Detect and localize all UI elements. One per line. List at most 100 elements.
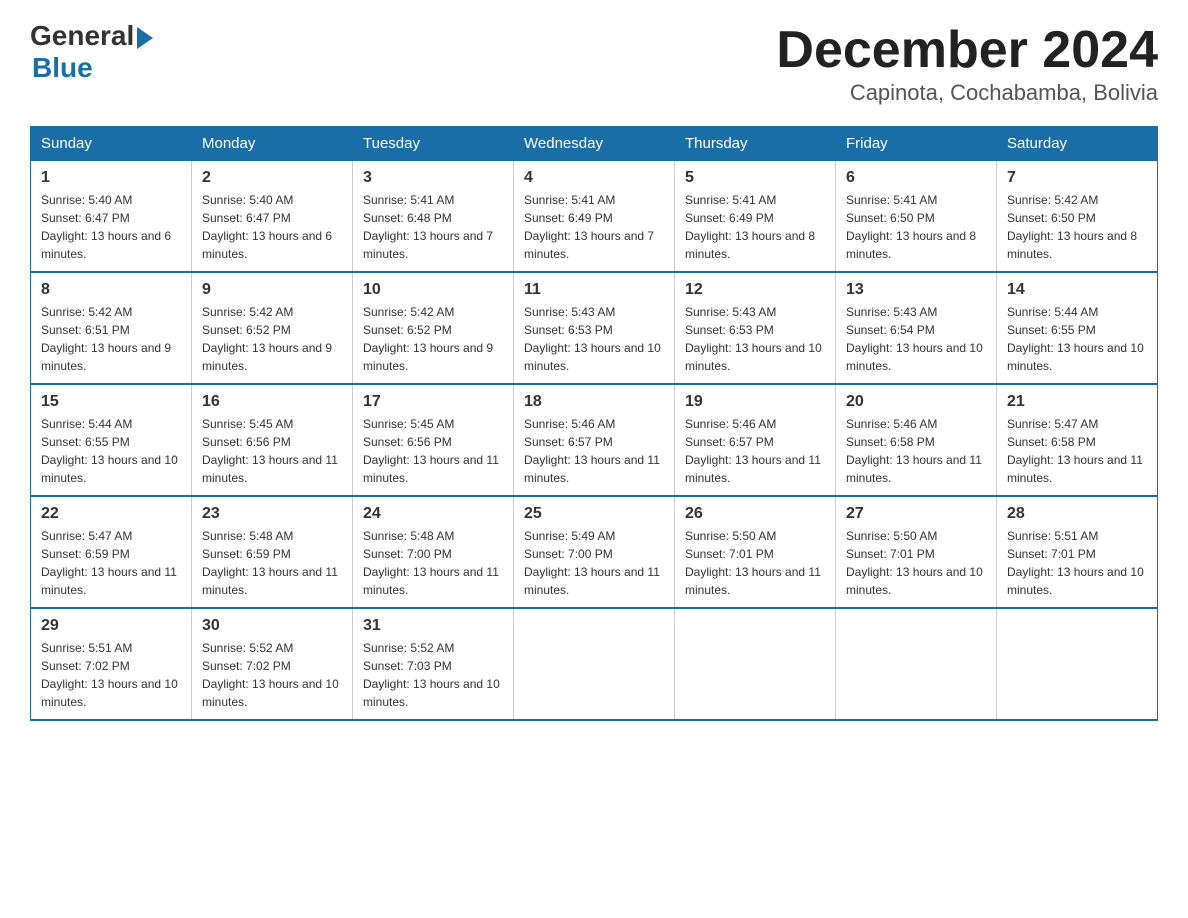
day-number: 21 [1007, 393, 1147, 411]
day-number: 2 [202, 169, 342, 187]
header-monday: Monday [192, 127, 353, 161]
calendar-cell: 3 Sunrise: 5:41 AMSunset: 6:48 PMDaylight… [353, 161, 514, 273]
day-number: 26 [685, 505, 825, 523]
day-number: 8 [41, 281, 181, 299]
day-sun-info: Sunrise: 5:51 AMSunset: 7:01 PMDaylight:… [1007, 527, 1147, 599]
day-number: 27 [846, 505, 986, 523]
day-sun-info: Sunrise: 5:41 AMSunset: 6:48 PMDaylight:… [363, 191, 503, 263]
day-sun-info: Sunrise: 5:43 AMSunset: 6:54 PMDaylight:… [846, 303, 986, 375]
calendar-cell: 29Sunrise: 5:51 AMSunset: 7:02 PMDayligh… [31, 608, 192, 720]
calendar-cell: 11Sunrise: 5:43 AMSunset: 6:53 PMDayligh… [514, 272, 675, 384]
calendar-cell: 30 Sunrise: 5:52 AMSunset: 7:02 PMDayligh… [192, 608, 353, 720]
title-area: December 2024 Capinota, Cochabamba, Boli… [776, 20, 1158, 106]
day-number: 14 [1007, 281, 1147, 299]
day-sun-info: Sunrise: 5:46 AMSunset: 6:57 PMDaylight:… [685, 415, 825, 487]
day-sun-info: Sunrise: 5:50 AMSunset: 7:01 PMDaylight:… [685, 527, 825, 599]
day-number: 24 [363, 505, 503, 523]
header-saturday: Saturday [997, 127, 1158, 161]
day-number: 18 [524, 393, 664, 411]
day-number: 4 [524, 169, 664, 187]
day-sun-info: Sunrise: 5:49 AMSunset: 7:00 PMDaylight:… [524, 527, 664, 599]
day-sun-info: Sunrise: 5:47 AMSunset: 6:58 PMDaylight:… [1007, 415, 1147, 487]
logo-general-text: General [30, 20, 134, 52]
calendar-cell: 27 Sunrise: 5:50 AMSunset: 7:01 PMDayligh… [836, 496, 997, 608]
day-sun-info: Sunrise: 5:41 AMSunset: 6:49 PMDaylight:… [685, 191, 825, 263]
calendar-cell: 4 Sunrise: 5:41 AMSunset: 6:49 PMDaylight… [514, 161, 675, 273]
header-wednesday: Wednesday [514, 127, 675, 161]
day-number: 13 [846, 281, 986, 299]
calendar-cell: 12Sunrise: 5:43 AMSunset: 6:53 PMDayligh… [675, 272, 836, 384]
calendar-cell: 17Sunrise: 5:45 AMSunset: 6:56 PMDayligh… [353, 384, 514, 496]
calendar-week-row: 8 Sunrise: 5:42 AMSunset: 6:51 PMDaylight… [31, 272, 1158, 384]
calendar-cell: 8 Sunrise: 5:42 AMSunset: 6:51 PMDaylight… [31, 272, 192, 384]
day-sun-info: Sunrise: 5:41 AMSunset: 6:50 PMDaylight:… [846, 191, 986, 263]
day-sun-info: Sunrise: 5:44 AMSunset: 6:55 PMDaylight:… [1007, 303, 1147, 375]
day-number: 25 [524, 505, 664, 523]
day-number: 28 [1007, 505, 1147, 523]
calendar-cell: 21 Sunrise: 5:47 AMSunset: 6:58 PMDayligh… [997, 384, 1158, 496]
calendar-week-row: 22 Sunrise: 5:47 AMSunset: 6:59 PMDayligh… [31, 496, 1158, 608]
day-sun-info: Sunrise: 5:42 AMSunset: 6:52 PMDaylight:… [202, 303, 342, 375]
day-sun-info: Sunrise: 5:44 AMSunset: 6:55 PMDaylight:… [41, 415, 181, 487]
calendar-cell: 1Sunrise: 5:40 AMSunset: 6:47 PMDaylight… [31, 161, 192, 273]
logo-blue-text: Blue [32, 52, 93, 83]
calendar-cell: 10Sunrise: 5:42 AMSunset: 6:52 PMDayligh… [353, 272, 514, 384]
day-sun-info: Sunrise: 5:43 AMSunset: 6:53 PMDaylight:… [524, 303, 664, 375]
calendar-cell: 9Sunrise: 5:42 AMSunset: 6:52 PMDaylight… [192, 272, 353, 384]
header-friday: Friday [836, 127, 997, 161]
logo-arrow-icon [137, 27, 153, 49]
day-sun-info: Sunrise: 5:46 AMSunset: 6:58 PMDaylight:… [846, 415, 986, 487]
calendar-cell: 25 Sunrise: 5:49 AMSunset: 7:00 PMDayligh… [514, 496, 675, 608]
header-sunday: Sunday [31, 127, 192, 161]
calendar-cell: 23 Sunrise: 5:48 AMSunset: 6:59 PMDayligh… [192, 496, 353, 608]
day-number: 30 [202, 617, 342, 635]
calendar-cell [514, 608, 675, 720]
day-number: 15 [41, 393, 181, 411]
calendar-cell: 2 Sunrise: 5:40 AMSunset: 6:47 PMDaylight… [192, 161, 353, 273]
page-header: General Blue December 2024 Capinota, Coc… [30, 20, 1158, 106]
day-number: 17 [363, 393, 503, 411]
day-number: 5 [685, 169, 825, 187]
day-number: 16 [202, 393, 342, 411]
header-thursday: Thursday [675, 127, 836, 161]
day-sun-info: Sunrise: 5:43 AMSunset: 6:53 PMDaylight:… [685, 303, 825, 375]
calendar-week-row: 15 Sunrise: 5:44 AMSunset: 6:55 PMDayligh… [31, 384, 1158, 496]
day-sun-info: Sunrise: 5:42 AMSunset: 6:51 PMDaylight:… [41, 303, 181, 375]
calendar-cell: 15 Sunrise: 5:44 AMSunset: 6:55 PMDayligh… [31, 384, 192, 496]
day-number: 23 [202, 505, 342, 523]
day-number: 1 [41, 169, 181, 187]
day-sun-info: Sunrise: 5:47 AMSunset: 6:59 PMDaylight:… [41, 527, 181, 599]
calendar-week-row: 29Sunrise: 5:51 AMSunset: 7:02 PMDayligh… [31, 608, 1158, 720]
day-sun-info: Sunrise: 5:52 AMSunset: 7:02 PMDaylight:… [202, 639, 342, 711]
day-sun-info: Sunrise: 5:40 AMSunset: 6:47 PMDaylight:… [202, 191, 342, 263]
calendar-cell: 26 Sunrise: 5:50 AMSunset: 7:01 PMDayligh… [675, 496, 836, 608]
day-sun-info: Sunrise: 5:41 AMSunset: 6:49 PMDaylight:… [524, 191, 664, 263]
calendar-cell: 20Sunrise: 5:46 AMSunset: 6:58 PMDayligh… [836, 384, 997, 496]
calendar-cell: 28 Sunrise: 5:51 AMSunset: 7:01 PMDayligh… [997, 496, 1158, 608]
day-number: 10 [363, 281, 503, 299]
day-sun-info: Sunrise: 5:46 AMSunset: 6:57 PMDaylight:… [524, 415, 664, 487]
day-number: 6 [846, 169, 986, 187]
calendar-cell: 31Sunrise: 5:52 AMSunset: 7:03 PMDayligh… [353, 608, 514, 720]
calendar-cell: 13 Sunrise: 5:43 AMSunset: 6:54 PMDayligh… [836, 272, 997, 384]
calendar-cell: 22 Sunrise: 5:47 AMSunset: 6:59 PMDayligh… [31, 496, 192, 608]
calendar-cell [675, 608, 836, 720]
day-sun-info: Sunrise: 5:45 AMSunset: 6:56 PMDaylight:… [202, 415, 342, 487]
day-number: 19 [685, 393, 825, 411]
day-sun-info: Sunrise: 5:42 AMSunset: 6:50 PMDaylight:… [1007, 191, 1147, 263]
day-sun-info: Sunrise: 5:50 AMSunset: 7:01 PMDaylight:… [846, 527, 986, 599]
calendar-cell: 18 Sunrise: 5:46 AMSunset: 6:57 PMDayligh… [514, 384, 675, 496]
calendar-cell [836, 608, 997, 720]
calendar-cell: 16 Sunrise: 5:45 AMSunset: 6:56 PMDayligh… [192, 384, 353, 496]
day-number: 29 [41, 617, 181, 635]
calendar-cell: 19 Sunrise: 5:46 AMSunset: 6:57 PMDayligh… [675, 384, 836, 496]
day-number: 3 [363, 169, 503, 187]
calendar-cell: 7Sunrise: 5:42 AMSunset: 6:50 PMDaylight… [997, 161, 1158, 273]
logo: General Blue [30, 20, 153, 84]
calendar-table: SundayMondayTuesdayWednesdayThursdayFrid… [30, 126, 1158, 721]
calendar-cell: 5 Sunrise: 5:41 AMSunset: 6:49 PMDaylight… [675, 161, 836, 273]
calendar-week-row: 1 Sunrise: 5:40 AMSunset: 6:47 PMDaylight… [31, 161, 1158, 273]
day-number: 22 [41, 505, 181, 523]
day-sun-info: Sunrise: 5:48 AMSunset: 6:59 PMDaylight:… [202, 527, 342, 599]
calendar-cell: 24Sunrise: 5:48 AMSunset: 7:00 PMDayligh… [353, 496, 514, 608]
